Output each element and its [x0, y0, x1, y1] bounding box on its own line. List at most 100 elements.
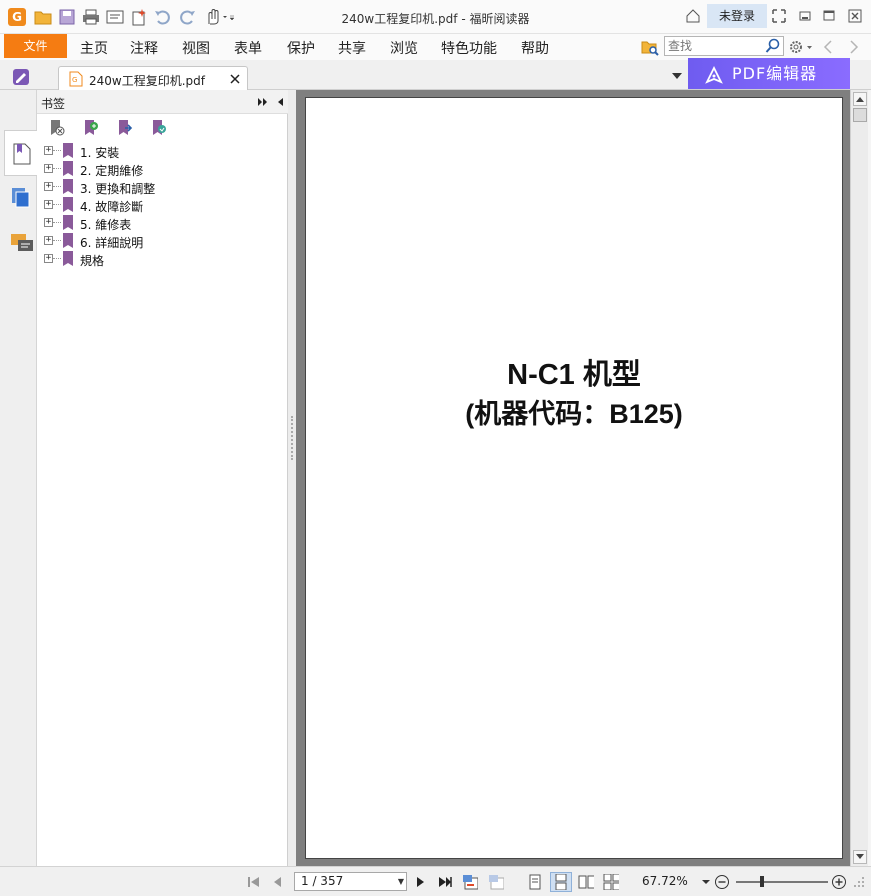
facing-view-icon[interactable] — [578, 874, 594, 890]
bookmark-item[interactable]: + 4. 故障診斷 — [37, 196, 287, 214]
expand-plus-icon[interactable]: + — [44, 146, 53, 155]
expand-plus-icon[interactable]: + — [44, 164, 53, 173]
splitter-grip[interactable] — [291, 416, 293, 460]
page-number-select[interactable]: 1 / 357 ▼ — [294, 872, 407, 891]
bookmark-item[interactable]: + 2. 定期維修 — [37, 160, 287, 178]
vertical-scrollbar[interactable] — [850, 90, 868, 866]
bookmark-item[interactable]: + 1. 安裝 — [37, 142, 287, 160]
document-tab[interactable]: G 240w工程复印机.pdf — [58, 66, 248, 90]
search-box — [664, 36, 784, 56]
feature-logo-icon[interactable] — [12, 68, 30, 86]
bookmark-label: 1. 安裝 — [80, 146, 120, 160]
next-view-icon[interactable] — [488, 874, 504, 890]
find-in-folder-icon[interactable] — [641, 38, 659, 56]
file-menu-button[interactable]: 文件 — [4, 34, 67, 58]
bookmark-label: 規格 — [80, 254, 105, 268]
bookmark-label: 2. 定期維修 — [80, 164, 144, 178]
svg-text:G: G — [72, 76, 77, 84]
zoom-dropdown-icon[interactable] — [700, 874, 712, 890]
menu-help[interactable]: 帮助 — [521, 38, 549, 58]
home-icon[interactable] — [685, 8, 701, 24]
add-bookmark-icon[interactable] — [83, 119, 99, 137]
expand-plus-icon[interactable]: + — [44, 236, 53, 245]
pdf-editor-button[interactable]: PDF编辑器 — [688, 58, 850, 89]
maximize-icon[interactable] — [821, 8, 837, 24]
menu-share[interactable]: 共享 — [338, 38, 366, 58]
page-title-line1: N-C1 机型 — [507, 359, 641, 391]
expand-plus-icon[interactable]: + — [44, 182, 53, 191]
zoom-slider[interactable] — [736, 876, 828, 887]
pages-thumbnail-icon[interactable] — [10, 187, 32, 212]
bookmark-item[interactable]: + 6. 詳細說明 — [37, 232, 287, 250]
title-bar: G 240w工程复印机.pdf - 福昕阅读器 未登录 — [0, 0, 871, 34]
resize-grip-icon[interactable] — [851, 874, 867, 890]
scroll-down-arrow-icon[interactable] — [853, 850, 867, 864]
search-icon[interactable] — [765, 38, 781, 57]
menu-comment[interactable]: 注释 — [130, 38, 158, 58]
bookmarks-panel-button[interactable] — [4, 130, 37, 176]
zoom-level[interactable]: 67.72% — [642, 874, 688, 888]
menu-form[interactable]: 表单 — [234, 38, 262, 58]
collapse-panel-icon[interactable] — [275, 96, 285, 111]
bookmark-label: 6. 詳細說明 — [80, 236, 144, 250]
bookmark-toolbar — [37, 116, 288, 140]
bookmark-label: 5. 維修表 — [80, 218, 132, 232]
close-window-icon[interactable] — [847, 8, 863, 24]
page-select-dropdown-icon[interactable]: ▼ — [398, 873, 404, 890]
next-page-icon[interactable] — [412, 874, 428, 890]
first-page-icon[interactable] — [246, 874, 262, 890]
scrollbar-thumb[interactable] — [853, 108, 867, 122]
panel-splitter[interactable] — [288, 90, 296, 866]
fullscreen-icon[interactable] — [771, 8, 787, 24]
expand-plus-icon[interactable]: + — [44, 218, 53, 227]
zoom-in-icon[interactable] — [831, 874, 847, 890]
close-tab-icon[interactable] — [229, 73, 241, 88]
minimize-icon[interactable] — [797, 8, 813, 24]
menu-features[interactable]: 特色功能 — [441, 38, 497, 58]
bookmark-panel-title: 书签 — [41, 97, 66, 111]
zoom-slider-knob[interactable] — [760, 876, 764, 887]
settings-gear-icon[interactable] — [788, 38, 814, 56]
bookmark-item[interactable]: + 規格 — [37, 250, 287, 268]
continuous-facing-view-icon[interactable] — [603, 874, 619, 890]
document-page[interactable]: N-C1 机型 (机器代码：B125) — [305, 97, 843, 859]
last-page-icon[interactable] — [437, 874, 453, 890]
bookmark-item[interactable]: + 5. 維修表 — [37, 214, 287, 232]
tab-list-dropdown-icon[interactable] — [670, 70, 684, 80]
scroll-up-arrow-icon[interactable] — [853, 92, 867, 106]
login-button[interactable]: 未登录 — [707, 4, 767, 28]
nav-right-icon[interactable] — [848, 38, 860, 56]
page-title-line2: (机器代码：B125) — [465, 399, 683, 429]
continuous-view-icon[interactable] — [550, 872, 572, 892]
menu-view[interactable]: 视图 — [182, 38, 210, 58]
expand-plus-icon[interactable]: + — [44, 200, 53, 209]
navigation-rail — [0, 90, 37, 866]
bookmark-panel-header: 书签 — [37, 90, 288, 114]
menu-bar: 文件 主页 注释 视图 表单 保护 共享 浏览 特色功能 帮助 — [0, 34, 871, 60]
menu-browse[interactable]: 浏览 — [390, 38, 418, 58]
bookmark-label: 3. 更換和調整 — [80, 182, 156, 196]
expand-plus-icon[interactable]: + — [44, 254, 53, 263]
search-input[interactable] — [665, 37, 761, 55]
status-bar: 1 / 357 ▼ 67.72% — [0, 866, 871, 896]
page-indicator: 1 / 357 — [301, 874, 344, 888]
menu-protect[interactable]: 保护 — [287, 38, 315, 58]
zoom-out-icon[interactable] — [714, 874, 730, 890]
goto-bookmark-icon[interactable] — [117, 119, 133, 137]
bookmark-item[interactable]: + 3. 更換和調整 — [37, 178, 287, 196]
delete-bookmark-icon[interactable] — [49, 119, 65, 137]
menu-home[interactable]: 主页 — [80, 38, 108, 58]
single-page-view-icon[interactable] — [527, 874, 543, 890]
bookmark-ribbon-icon — [62, 251, 74, 270]
comments-panel-icon[interactable] — [10, 232, 34, 257]
expand-panel-icon[interactable] — [257, 96, 269, 111]
bookmark-options-icon[interactable] — [151, 119, 167, 137]
pdf-file-icon: G — [69, 71, 83, 90]
previous-view-icon[interactable] — [462, 874, 478, 890]
nav-left-icon[interactable] — [822, 38, 834, 56]
document-tab-label: 240w工程复印机.pdf — [89, 74, 205, 88]
bookmark-label: 4. 故障診斷 — [80, 200, 144, 214]
bookmark-page-icon — [13, 143, 31, 168]
document-viewport[interactable]: N-C1 机型 (机器代码：B125) — [296, 90, 850, 866]
previous-page-icon[interactable] — [270, 874, 286, 890]
